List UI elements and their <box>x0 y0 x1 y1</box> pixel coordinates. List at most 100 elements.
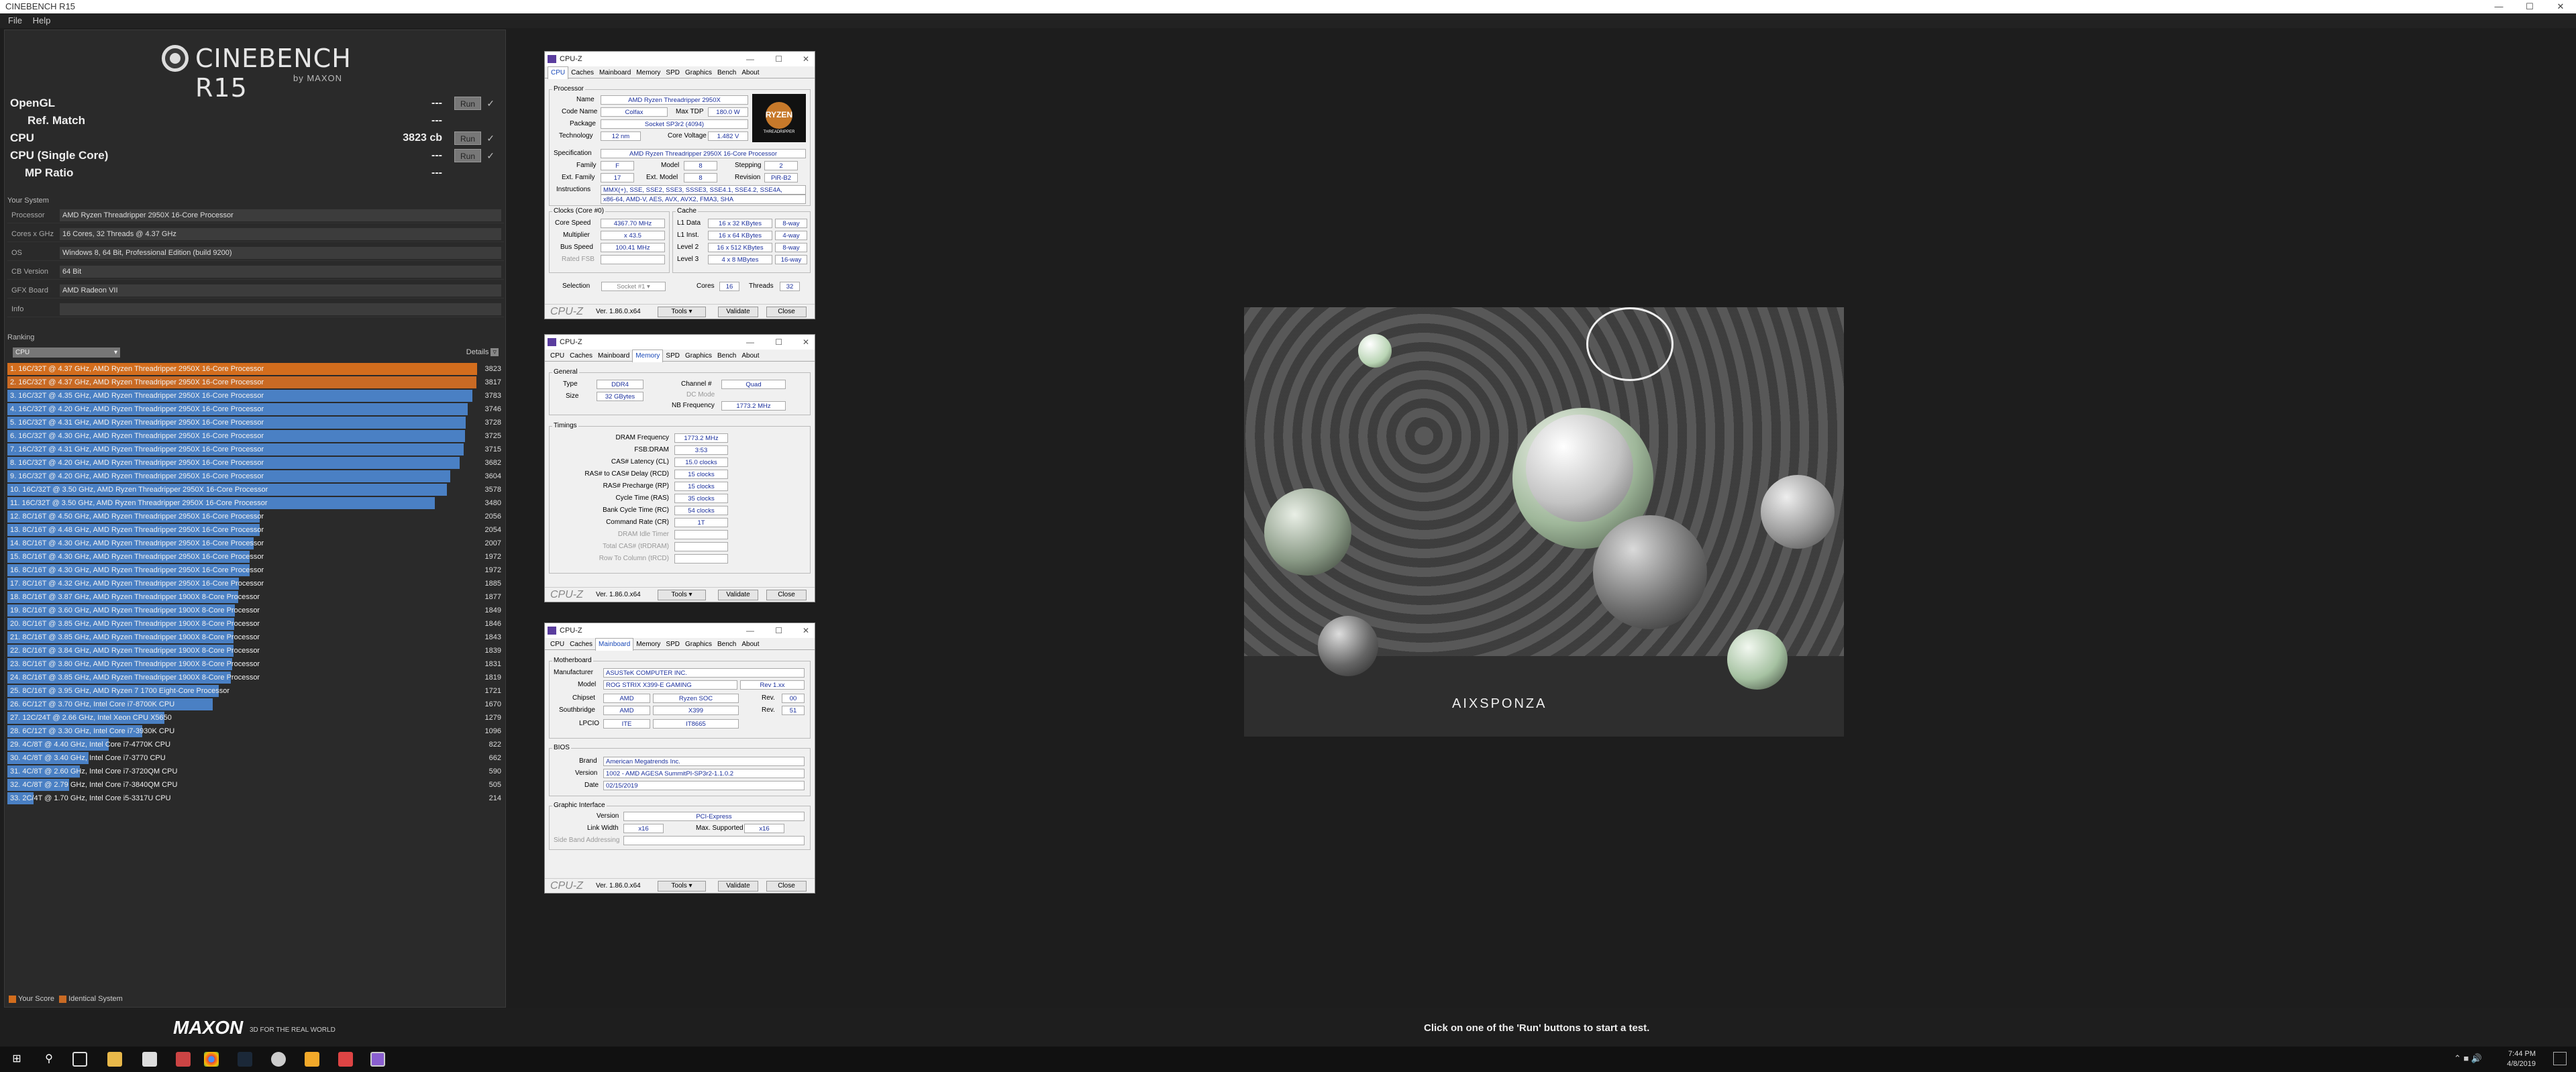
tab-graphics[interactable]: Graphics <box>682 350 715 362</box>
run-cpu-single-button[interactable]: Run <box>454 149 481 162</box>
check-icon[interactable]: ✓ <box>486 147 495 164</box>
minimize-icon[interactable]: — <box>746 335 754 350</box>
tab-spd[interactable]: SPD <box>663 67 682 79</box>
tab-bench[interactable]: Bench <box>715 350 739 362</box>
store-icon[interactable] <box>142 1052 157 1067</box>
ranking-row[interactable]: 27. 12C/24T @ 2.66 GHz, Intel Xeon CPU X… <box>7 711 504 725</box>
minimize-icon[interactable]: — <box>746 623 754 638</box>
app-icon[interactable] <box>176 1052 191 1067</box>
run-opengl-button[interactable]: Run <box>454 97 481 110</box>
ranking-row[interactable]: 9. 16C/32T @ 4.20 GHz, AMD Ryzen Threadr… <box>7 470 504 483</box>
ranking-row[interactable]: 21. 8C/16T @ 3.85 GHz, AMD Ryzen Threadr… <box>7 631 504 644</box>
app-taskbar-icon-2[interactable] <box>338 1052 353 1067</box>
tab-mainboard[interactable]: Mainboard <box>595 638 634 651</box>
tab-graphics[interactable]: Graphics <box>682 67 715 79</box>
ranking-row[interactable]: 31. 4C/8T @ 2.60 GHz, Intel Core i7-3720… <box>7 765 504 778</box>
selection-dropdown[interactable]: Socket #1 ▾ <box>601 282 666 291</box>
ranking-row[interactable]: 26. 6C/12T @ 3.70 GHz, Intel Core i7-870… <box>7 698 504 711</box>
maximize-icon[interactable]: ☐ <box>775 335 782 350</box>
app-taskbar-icon[interactable] <box>305 1052 319 1067</box>
taskbar-clock[interactable]: 7:44 PM 4/8/2019 <box>2507 1049 2536 1069</box>
tab-memory[interactable]: Memory <box>633 639 663 651</box>
tab-cpu[interactable]: CPU <box>548 639 567 651</box>
ranking-row[interactable]: 16. 8C/16T @ 4.30 GHz, AMD Ryzen Threadr… <box>7 564 504 577</box>
ranking-row[interactable]: 2. 16C/32T @ 4.37 GHz, AMD Ryzen Threadr… <box>7 376 504 389</box>
minimize-icon[interactable]: — <box>2483 0 2514 13</box>
ranking-row[interactable]: 12. 8C/16T @ 4.50 GHz, AMD Ryzen Threadr… <box>7 510 504 523</box>
ranking-row[interactable]: 25. 8C/16T @ 3.95 GHz, AMD Ryzen 7 1700 … <box>7 684 504 698</box>
tab-cpu[interactable]: CPU <box>548 350 567 362</box>
ranking-row[interactable]: 4. 16C/32T @ 4.20 GHz, AMD Ryzen Threadr… <box>7 403 504 416</box>
tab-memory[interactable]: Memory <box>632 350 664 362</box>
tab-about[interactable]: About <box>739 350 762 362</box>
tray-icons[interactable]: ⌃ ■ 🔊 <box>2454 1053 2482 1064</box>
validate-button[interactable]: Validate <box>718 307 758 317</box>
system-value[interactable]: AMD Ryzen Threadripper 2950X 16-Core Pro… <box>60 209 501 221</box>
windows-start-icon[interactable]: ⊞ <box>9 1052 24 1067</box>
validate-button[interactable]: Validate <box>718 590 758 600</box>
minimize-icon[interactable]: — <box>746 52 754 66</box>
ranking-row[interactable]: 15. 8C/16T @ 4.30 GHz, AMD Ryzen Threadr… <box>7 550 504 564</box>
ranking-row[interactable]: 14. 8C/16T @ 4.30 GHz, AMD Ryzen Threadr… <box>7 537 504 550</box>
close-icon[interactable]: ✕ <box>2545 0 2576 13</box>
run-cpu-button[interactable]: Run <box>454 131 481 145</box>
tab-memory[interactable]: Memory <box>633 67 663 79</box>
ranking-row[interactable]: 13. 8C/16T @ 4.48 GHz, AMD Ryzen Threadr… <box>7 523 504 537</box>
ranking-row[interactable]: 22. 8C/16T @ 3.84 GHz, AMD Ryzen Threadr… <box>7 644 504 657</box>
tab-about[interactable]: About <box>739 67 762 79</box>
system-value[interactable]: 16 Cores, 32 Threads @ 4.37 GHz <box>60 228 501 240</box>
tab-mainboard[interactable]: Mainboard <box>597 67 633 79</box>
chrome-icon[interactable] <box>204 1052 219 1067</box>
ranking-dropdown[interactable]: CPU ▾ <box>13 347 120 358</box>
ranking-row[interactable]: 10. 16C/32T @ 3.50 GHz, AMD Ryzen Thread… <box>7 483 504 496</box>
system-value[interactable]: AMD Radeon VII <box>60 284 501 297</box>
tab-spd[interactable]: SPD <box>663 350 682 362</box>
ranking-row[interactable]: 23. 8C/16T @ 3.80 GHz, AMD Ryzen Threadr… <box>7 657 504 671</box>
tab-graphics[interactable]: Graphics <box>682 639 715 651</box>
steam-icon[interactable] <box>238 1052 252 1067</box>
ranking-row[interactable]: 3. 16C/32T @ 4.35 GHz, AMD Ryzen Threadr… <box>7 389 504 403</box>
ranking-row[interactable]: 33. 2C/4T @ 1.70 GHz, Intel Core i5-3317… <box>7 792 504 805</box>
notification-icon[interactable] <box>2553 1052 2567 1065</box>
validate-button[interactable]: Validate <box>718 881 758 892</box>
ranking-row[interactable]: 29. 4C/8T @ 4.40 GHz, Intel Core i7-4770… <box>7 738 504 751</box>
ranking-row[interactable]: 24. 8C/16T @ 3.85 GHz, AMD Ryzen Threadr… <box>7 671 504 684</box>
ranking-row[interactable]: 6. 16C/32T @ 4.30 GHz, AMD Ryzen Threadr… <box>7 429 504 443</box>
tab-caches[interactable]: Caches <box>567 350 595 362</box>
ranking-row[interactable]: 18. 8C/16T @ 3.87 GHz, AMD Ryzen Threadr… <box>7 590 504 604</box>
ranking-row[interactable]: 30. 4C/8T @ 3.40 GHz, Intel Core i7-3770… <box>7 751 504 765</box>
tab-bench[interactable]: Bench <box>715 639 739 651</box>
tab-spd[interactable]: SPD <box>663 639 682 651</box>
tab-mainboard[interactable]: Mainboard <box>595 350 632 362</box>
close-icon[interactable]: ✕ <box>803 52 809 66</box>
tools-button[interactable]: Tools ▾ <box>658 590 706 600</box>
tab-bench[interactable]: Bench <box>715 67 739 79</box>
close-icon[interactable]: ✕ <box>803 623 809 638</box>
tab-about[interactable]: About <box>739 639 762 651</box>
ranking-row[interactable]: 20. 8C/16T @ 3.85 GHz, AMD Ryzen Threadr… <box>7 617 504 631</box>
tools-button[interactable]: Tools ▾ <box>658 307 706 317</box>
maximize-icon[interactable]: ☐ <box>775 52 782 66</box>
menu-file[interactable]: File <box>8 15 22 25</box>
check-icon[interactable]: ✓ <box>486 129 495 147</box>
system-value[interactable] <box>60 303 501 315</box>
ranking-row[interactable]: 28. 6C/12T @ 3.30 GHz, Intel Core i7-393… <box>7 725 504 738</box>
ranking-row[interactable]: 17. 8C/16T @ 4.32 GHz, AMD Ryzen Threadr… <box>7 577 504 590</box>
maximize-icon[interactable]: ☐ <box>2514 0 2545 13</box>
tab-cpu[interactable]: CPU <box>548 66 569 79</box>
ranking-list[interactable]: 1. 16C/32T @ 4.37 GHz, AMD Ryzen Threadr… <box>7 362 504 805</box>
close-button[interactable]: Close <box>766 881 807 892</box>
task-view-icon[interactable] <box>72 1052 87 1067</box>
ranking-row[interactable]: 7. 16C/32T @ 4.31 GHz, AMD Ryzen Threadr… <box>7 443 504 456</box>
cpuz-taskbar-icon[interactable] <box>370 1052 385 1067</box>
system-value[interactable]: Windows 8, 64 Bit, Professional Edition … <box>60 247 501 259</box>
ranking-row[interactable]: 19. 8C/16T @ 3.60 GHz, AMD Ryzen Threadr… <box>7 604 504 617</box>
tab-caches[interactable]: Caches <box>567 639 595 651</box>
tools-button[interactable]: Tools ▾ <box>658 881 706 892</box>
check-icon[interactable]: ✓ <box>486 95 495 112</box>
ranking-row[interactable]: 11. 16C/32T @ 3.50 GHz, AMD Ryzen Thread… <box>7 496 504 510</box>
close-button[interactable]: Close <box>766 590 807 600</box>
cinebench-taskbar-icon[interactable] <box>271 1052 286 1067</box>
ranking-row[interactable]: 5. 16C/32T @ 4.31 GHz, AMD Ryzen Threadr… <box>7 416 504 429</box>
close-button[interactable]: Close <box>766 307 807 317</box>
